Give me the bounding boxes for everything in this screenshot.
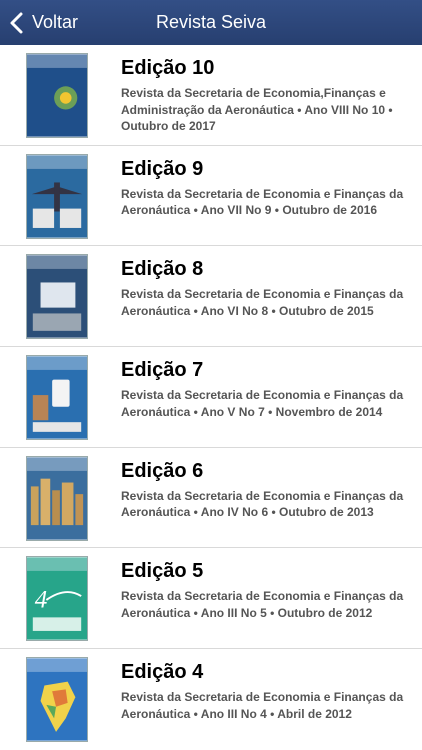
magazine-cover-image (26, 53, 88, 138)
issue-row[interactable]: 4 Edição 5 Revista da Secretaria de Econ… (0, 548, 422, 650)
magazine-cover-image (26, 254, 88, 340)
magazine-cover-image (26, 455, 88, 541)
issue-description: Revista da Secretaria de Economia e Fina… (121, 589, 404, 620)
issue-title: Edição 6 (121, 459, 204, 482)
magazine-cover-image: 4 (26, 556, 88, 642)
issue-title: Edição 4 (121, 661, 204, 684)
navigation-bar: Voltar Revista Seiva (0, 0, 422, 45)
issue-description: Revista da Secretaria de Economia e Fina… (121, 388, 404, 419)
issue-list: Edição 10 Revista da Secretaria de Econo… (0, 45, 422, 750)
magazine-cover-image (26, 657, 88, 743)
issue-row[interactable]: Edição 8 Revista da Secretaria de Econom… (0, 246, 422, 348)
issue-title: Edição 5 (121, 560, 204, 583)
issue-row[interactable]: Edição 9 Revista da Secretaria de Econom… (0, 146, 422, 247)
issue-title: Edição 7 (121, 359, 204, 382)
issue-description: Revista da Secretaria de Economia e Fina… (121, 488, 404, 520)
svg-text:4: 4 (35, 587, 48, 614)
issue-description: Revista da Secretaria de Economia e Fina… (121, 186, 404, 218)
magazine-cover-image (26, 355, 88, 441)
issue-row[interactable]: Edição 10 Revista da Secretaria de Econo… (0, 45, 422, 146)
issue-description: Revista da Secretaria de Economia e Fina… (121, 287, 404, 318)
page-title: Revista Seiva (155, 12, 267, 32)
issue-description: Revista da Secretaria de Economia,Finanç… (121, 86, 393, 133)
issue-description: Revista da Secretaria de Economia e Fina… (121, 690, 404, 721)
magazine-cover-image (26, 153, 88, 239)
issue-title: Edição 10 (121, 57, 215, 79)
issue-row[interactable]: Edição 6 Revista da Secretaria de Econom… (0, 448, 422, 549)
issue-title: Edição 8 (121, 258, 204, 281)
issue-title: Edição 9 (121, 157, 204, 180)
issue-row[interactable]: Edição 4 Revista da Secretaria de Econom… (0, 649, 422, 750)
issue-row[interactable]: Edição 7 Revista da Secretaria de Econom… (0, 347, 422, 448)
